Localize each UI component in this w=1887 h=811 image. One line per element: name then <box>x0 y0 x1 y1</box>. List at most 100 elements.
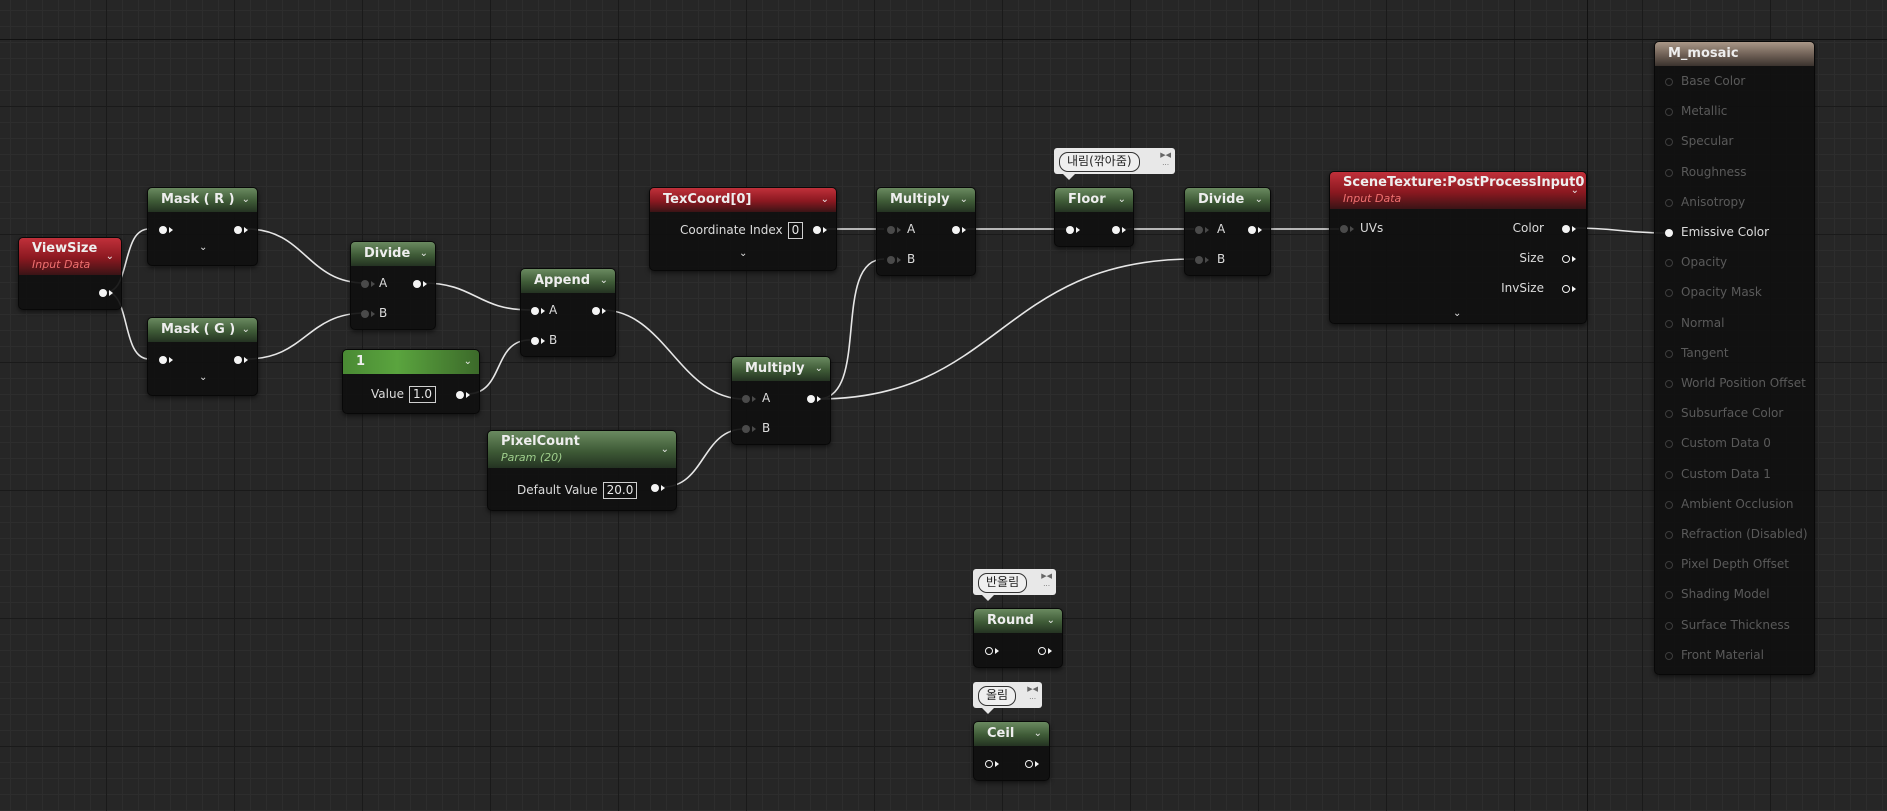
output-pin[interactable] <box>1025 760 1033 768</box>
chevron-down-icon[interactable]: ⌄ <box>1047 609 1055 633</box>
material-input-pin[interactable] <box>1665 470 1673 479</box>
param-input[interactable]: 0 <box>787 222 804 239</box>
output-pin[interactable] <box>813 226 821 234</box>
input-pin-a[interactable] <box>531 307 539 315</box>
material-input-pin[interactable] <box>1665 349 1673 358</box>
comment-bubble[interactable]: 내림(깎아줌) ▶◀… <box>1054 148 1175 180</box>
output-pin[interactable] <box>1248 226 1256 234</box>
chevron-down-icon[interactable]: ⌄ <box>661 442 669 458</box>
chevron-down-icon[interactable]: ⌄ <box>420 242 428 266</box>
material-input-pin[interactable] <box>1665 380 1673 388</box>
ceil-node[interactable]: Ceil ⌄ <box>973 721 1050 781</box>
divide-node[interactable]: Divide ⌄ A B <box>350 241 436 330</box>
output-pin-color[interactable] <box>1562 225 1570 233</box>
input-pin-b[interactable] <box>361 310 369 318</box>
multiply-node-header[interactable]: Multiply ⌄ <box>877 188 975 212</box>
output-pin[interactable] <box>1038 647 1046 655</box>
material-input-pin[interactable] <box>1665 319 1673 328</box>
texcoord-node-header[interactable]: TexCoord[0] ⌄ <box>650 188 836 212</box>
chevron-down-icon[interactable]: ⌄ <box>1034 722 1042 746</box>
output-pin-invsize[interactable] <box>1562 285 1570 293</box>
material-input-pin[interactable] <box>1665 440 1673 449</box>
viewsize-node-header[interactable]: ViewSize Input Data ⌄ <box>19 238 121 275</box>
material-input-pin[interactable] <box>1665 168 1673 177</box>
mask-g-node[interactable]: Mask ( G ) ⌄ ⌄ <box>147 317 258 396</box>
material-graph-canvas[interactable]: ViewSize Input Data ⌄ Mask ( R ) ⌄ ⌄ Mas… <box>0 0 1887 811</box>
output-pin[interactable] <box>99 289 107 297</box>
ceil-node-header[interactable]: Ceil ⌄ <box>974 722 1049 746</box>
chevron-down-icon[interactable]: ⌄ <box>464 350 472 374</box>
round-node-header[interactable]: Round ⌄ <box>974 609 1062 633</box>
pin-icon[interactable]: ▶◀… <box>1027 685 1038 701</box>
param-input[interactable]: 20.0 <box>602 482 638 499</box>
value-field[interactable]: Value 1.0 <box>371 386 437 403</box>
chevron-down-icon[interactable]: ⌄ <box>600 269 608 293</box>
input-pin-b[interactable] <box>531 337 539 345</box>
output-pin[interactable] <box>651 484 659 492</box>
texcoord-node[interactable]: TexCoord[0] ⌄ Coordinate Index 0 ⌄ <box>649 187 837 271</box>
input-pin-uvs[interactable] <box>1340 225 1348 233</box>
mask-r-node[interactable]: Mask ( R ) ⌄ ⌄ <box>147 187 258 266</box>
scenetexture-node-header[interactable]: SceneTexture:PostProcessInput0 Input Dat… <box>1330 172 1586 209</box>
comment-bubble[interactable]: 올림 ▶◀… <box>973 682 1042 714</box>
material-input-pin[interactable] <box>1665 289 1673 298</box>
floor-node[interactable]: Floor ⌄ <box>1054 187 1134 247</box>
output-pin[interactable] <box>807 395 815 403</box>
default-value-field[interactable]: Default Value 20.0 <box>517 482 638 499</box>
constant-node-header[interactable]: 1 ⌄ <box>343 350 479 374</box>
chevron-down-icon[interactable]: ⌄ <box>1118 188 1126 212</box>
input-pin-a[interactable] <box>742 395 750 403</box>
mask-r-node-header[interactable]: Mask ( R ) ⌄ <box>148 188 257 212</box>
chevron-down-icon[interactable]: ⌄ <box>242 188 250 212</box>
pin-icon[interactable]: ▶◀… <box>1041 572 1052 588</box>
input-pin[interactable] <box>985 760 993 768</box>
chevron-down-icon[interactable]: ⌄ <box>960 188 968 212</box>
pixelcount-node-header[interactable]: PixelCount Param (20) ⌄ <box>488 431 676 468</box>
material-input-pin[interactable] <box>1665 138 1673 147</box>
viewsize-node[interactable]: ViewSize Input Data ⌄ <box>18 237 122 310</box>
material-input-pin[interactable] <box>1665 500 1673 509</box>
multiply-node-header[interactable]: Multiply ⌄ <box>732 357 830 381</box>
divide-node-header[interactable]: Divide ⌄ <box>351 242 435 266</box>
material-input-pin[interactable] <box>1665 198 1673 207</box>
divide-node[interactable]: Divide ⌄ A B <box>1184 187 1271 276</box>
input-pin[interactable] <box>985 647 993 655</box>
input-pin-b[interactable] <box>887 256 895 264</box>
material-input-pin[interactable] <box>1665 561 1673 570</box>
material-result-node[interactable]: M_mosaic Base Color Metallic Specular Rough… <box>1654 41 1815 675</box>
floor-node-header[interactable]: Floor ⌄ <box>1055 188 1133 212</box>
value-input[interactable]: 1.0 <box>408 386 437 403</box>
comment-bubble[interactable]: 반올림 ▶◀… <box>973 569 1056 601</box>
chevron-down-icon[interactable]: ⌄ <box>1571 183 1579 199</box>
append-node[interactable]: Append ⌄ A B <box>520 268 616 357</box>
output-pin[interactable] <box>592 307 600 315</box>
input-pin-a[interactable] <box>361 280 369 288</box>
input-pin[interactable] <box>1066 226 1074 234</box>
constant-node[interactable]: 1 ⌄ Value 1.0 <box>342 349 480 414</box>
chevron-down-icon[interactable]: ⌄ <box>1453 308 1461 319</box>
chevron-down-icon[interactable]: ⌄ <box>242 318 250 342</box>
input-pin-b[interactable] <box>1195 256 1203 264</box>
chevron-down-icon[interactable]: ⌄ <box>815 357 823 381</box>
material-input-pin[interactable] <box>1665 108 1673 117</box>
input-pin-a[interactable] <box>1195 226 1203 234</box>
output-pin-size[interactable] <box>1562 255 1570 263</box>
material-input-pin[interactable] <box>1665 651 1673 660</box>
input-pin[interactable] <box>159 226 167 234</box>
material-input-pin[interactable] <box>1665 621 1673 630</box>
multiply-node[interactable]: Multiply ⌄ A B <box>731 356 831 445</box>
coordinate-index-field[interactable]: Coordinate Index 0 <box>680 222 804 239</box>
chevron-down-icon[interactable]: ⌄ <box>199 242 207 253</box>
input-pin-b[interactable] <box>742 425 750 433</box>
input-pin[interactable] <box>159 356 167 364</box>
output-pin[interactable] <box>234 356 242 364</box>
pin-icon[interactable]: ▶◀… <box>1160 151 1171 167</box>
material-input-pin[interactable] <box>1665 591 1673 600</box>
material-input-pin[interactable] <box>1665 229 1673 237</box>
output-pin[interactable] <box>413 280 421 288</box>
material-input-pin[interactable] <box>1665 531 1673 539</box>
input-pin-a[interactable] <box>887 226 895 234</box>
chevron-down-icon[interactable]: ⌄ <box>1255 188 1263 212</box>
material-result-header[interactable]: M_mosaic <box>1655 42 1814 66</box>
material-input-pin[interactable] <box>1665 78 1673 86</box>
